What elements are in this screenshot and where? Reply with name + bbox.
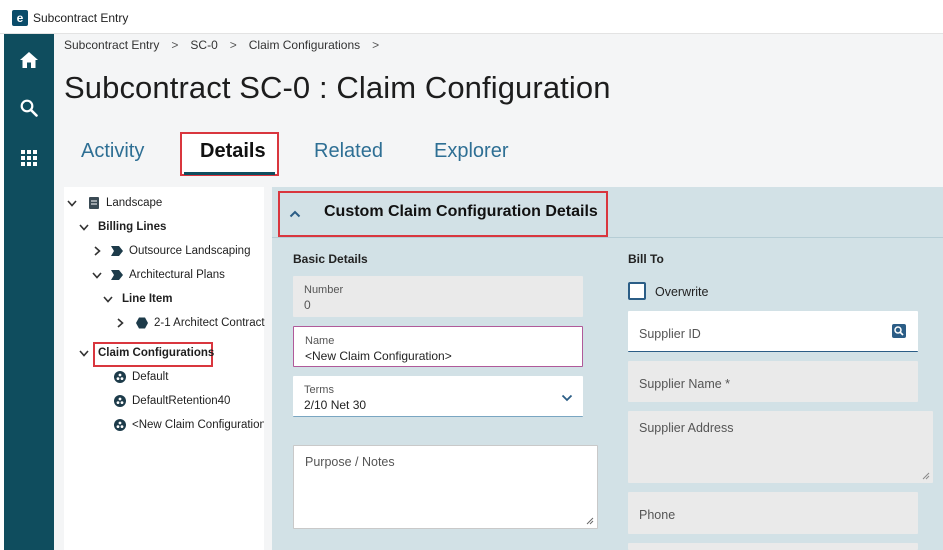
breadcrumb-item-claim-configurations[interactable]: Claim Configurations [249, 38, 360, 52]
left-nav [4, 34, 54, 550]
chevron-up-icon[interactable] [289, 210, 301, 218]
window-titlebar: e Subcontract Entry [0, 0, 943, 34]
active-tab-underline [184, 172, 275, 175]
tree-node-outsource-landscaping[interactable]: Outsource Landscaping [91, 245, 250, 257]
name-label: Name [305, 335, 335, 347]
app-logo: e [12, 10, 28, 26]
breadcrumb: Subcontract Entry > SC-0 > Claim Configu… [64, 38, 391, 52]
tree-node-label: Outsource Landscaping [129, 245, 251, 257]
document-icon [89, 197, 99, 209]
chevron-right-icon[interactable] [93, 246, 101, 256]
tree-node-label: Landscape [106, 197, 163, 209]
purpose-notes-placeholder: Purpose / Notes [305, 455, 395, 469]
next-field-partial[interactable] [628, 543, 918, 550]
tree-node-label: Billing Lines [98, 221, 167, 233]
bill-to-heading: Bill To [628, 252, 664, 266]
phone-placeholder: Phone [639, 508, 676, 522]
tree-node-claim-defaultretention40[interactable]: DefaultRetention40 [114, 395, 230, 407]
chevron-down-icon[interactable] [103, 295, 113, 303]
section-divider [272, 237, 943, 238]
basic-details-heading: Basic Details [293, 252, 368, 266]
terms-value: 2/10 Net 30 [304, 398, 367, 412]
tree-node-label: DefaultRetention40 [132, 395, 231, 407]
tab-activity[interactable]: Activity [81, 140, 144, 163]
name-field[interactable]: Name <New Claim Configuration> [293, 326, 583, 367]
supplier-address-placeholder: Supplier Address [639, 421, 734, 435]
chevron-down-icon[interactable] [79, 223, 89, 231]
name-value[interactable]: <New Claim Configuration> [305, 349, 452, 363]
claim-config-icon [114, 371, 126, 383]
claim-config-icon [114, 419, 126, 431]
tab-explorer[interactable]: Explorer [434, 140, 508, 163]
tree-node-architectural-plans[interactable]: Architectural Plans [91, 269, 225, 281]
number-value: 0 [304, 298, 311, 312]
section-title: Custom Claim Configuration Details [324, 203, 598, 220]
supplier-address-textarea[interactable]: Supplier Address [628, 411, 933, 483]
lookup-search-icon[interactable] [892, 324, 906, 338]
supplier-id-field[interactable]: Supplier ID [628, 311, 918, 352]
tree-node-label: Architectural Plans [129, 269, 225, 281]
tree-node-line-item[interactable]: Line Item [102, 293, 172, 305]
tree-node-label: Line Item [122, 293, 173, 305]
tree-node-claim-default[interactable]: Default [114, 371, 168, 383]
tree-node-label: 2-1 Architect Contract [154, 317, 265, 329]
chevron-down-icon[interactable] [561, 394, 573, 402]
resize-grip-icon[interactable] [586, 517, 594, 525]
supplier-name-placeholder: Supplier Name * [639, 377, 731, 391]
phone-field[interactable]: Phone [628, 492, 918, 534]
breadcrumb-separator: > [229, 38, 237, 52]
collapse-section-button[interactable] [289, 205, 301, 223]
tree-node-landscape[interactable]: Landscape [66, 197, 162, 209]
terms-select[interactable]: Terms 2/10 Net 30 [293, 376, 583, 417]
billing-line-icon [111, 246, 123, 256]
terms-label: Terms [304, 384, 334, 396]
tree-node-label: Claim Configurations [98, 347, 215, 359]
breadcrumb-separator: > [171, 38, 179, 52]
tree-node-claim-configurations[interactable]: Claim Configurations [78, 347, 214, 359]
overwrite-label[interactable]: Overwrite [655, 285, 708, 299]
supplier-id-placeholder: Supplier ID [639, 327, 701, 341]
tree-node-label: <New Claim Configuration> [132, 419, 264, 431]
tab-related[interactable]: Related [314, 140, 383, 163]
home-icon [20, 52, 38, 68]
breadcrumb-item-sc-0[interactable]: SC-0 [190, 38, 217, 52]
overwrite-checkbox[interactable] [628, 282, 646, 300]
chevron-down-icon[interactable] [92, 271, 102, 279]
breadcrumb-separator: > [372, 38, 380, 52]
explorer-tree [64, 187, 264, 550]
breadcrumb-item-subcontract-entry[interactable]: Subcontract Entry [64, 38, 159, 52]
apps-grid-icon [21, 150, 37, 166]
tree-node-label: Default [132, 371, 169, 383]
number-label: Number [304, 284, 344, 296]
window-title: Subcontract Entry [33, 11, 129, 25]
page-title: Subcontract SC-0 : Claim Configuration [64, 70, 611, 105]
supplier-name-field[interactable]: Supplier Name * [628, 361, 918, 402]
resize-grip-icon[interactable] [922, 472, 930, 480]
hexagon-icon [136, 317, 148, 329]
tree-node-claim-new[interactable]: <New Claim Configuration> [114, 419, 264, 431]
tab-details[interactable]: Details [200, 140, 266, 163]
tree-node-billing-lines[interactable]: Billing Lines [78, 221, 166, 233]
claim-config-icon [114, 395, 126, 407]
search-icon [20, 99, 38, 117]
chevron-down-icon[interactable] [67, 199, 77, 207]
number-field: Number 0 [293, 276, 583, 317]
apps-button[interactable] [4, 138, 54, 178]
purpose-notes-textarea[interactable]: Purpose / Notes [293, 445, 598, 529]
billing-line-icon [111, 270, 123, 280]
tree-node-architect-contract[interactable]: 2-1 Architect Contract [114, 317, 265, 329]
search-button[interactable] [4, 88, 54, 128]
chevron-right-icon[interactable] [116, 318, 124, 328]
chevron-down-icon[interactable] [79, 349, 89, 357]
home-button[interactable] [4, 40, 54, 80]
